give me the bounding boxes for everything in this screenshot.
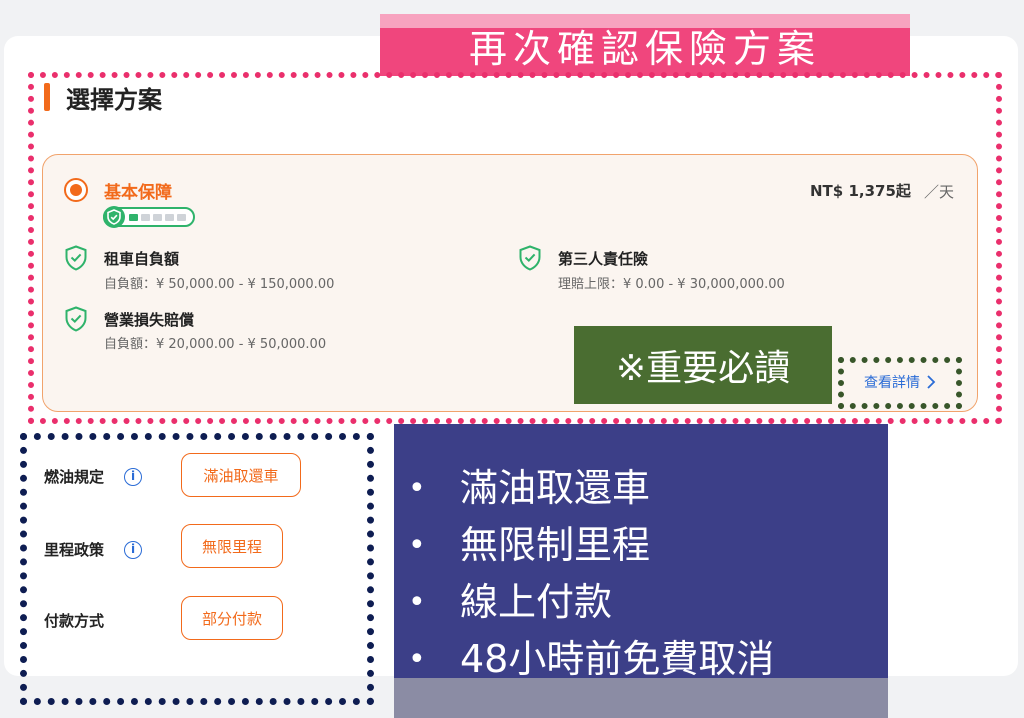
- highlight-item: 無限制里程: [404, 517, 774, 574]
- policy-highlight-frame: [20, 433, 374, 705]
- highlight-item: 滿油取還車: [404, 460, 774, 517]
- highlights-list: 滿油取還車 無限制里程 線上付款 48小時前免費取消: [404, 460, 774, 688]
- reconfirm-banner: 再次確認保險方案: [380, 14, 910, 76]
- highlight-item: 線上付款: [404, 574, 774, 631]
- highlights-panel-footer: [394, 678, 888, 718]
- banner-title: 再次確認保險方案: [468, 26, 821, 71]
- plan-highlight-frame: [28, 72, 1002, 424]
- highlights-panel: 滿油取還車 無限制里程 線上付款 48小時前免費取消: [394, 424, 888, 688]
